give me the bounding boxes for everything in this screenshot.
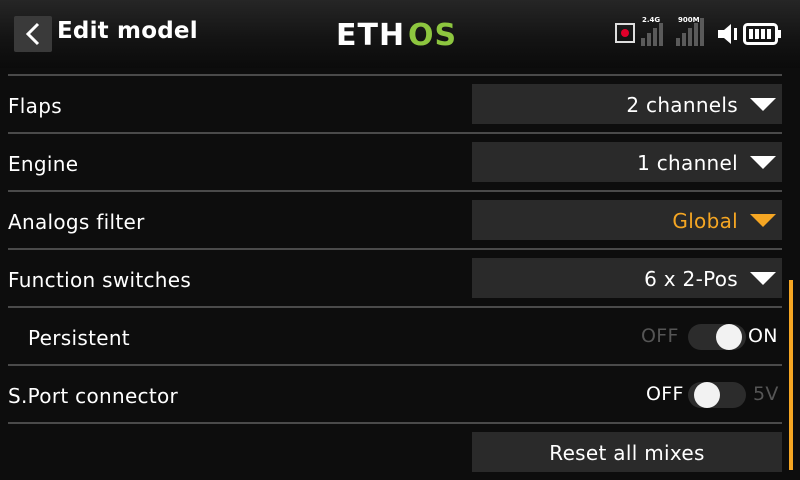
- toggle-knob: [694, 382, 720, 408]
- sport-off-label: OFF: [646, 383, 684, 405]
- function-switches-dropdown[interactable]: 6 x 2-Pos: [472, 258, 782, 298]
- analogs-filter-value: Global: [672, 209, 738, 233]
- separator: [8, 422, 782, 424]
- engine-dropdown[interactable]: 1 channel: [472, 142, 782, 182]
- svg-text:OS: OS: [408, 18, 457, 51]
- chevron-down-icon: [750, 272, 776, 285]
- analogs-filter-dropdown[interactable]: Global: [472, 200, 782, 240]
- page-title: Edit model: [57, 18, 198, 44]
- record-icon: [615, 23, 635, 43]
- analogs-filter-label: Analogs filter: [8, 210, 145, 234]
- scrollbar[interactable]: [789, 280, 793, 470]
- function-switches-label: Function switches: [8, 268, 192, 292]
- engine-value: 1 channel: [637, 151, 738, 175]
- toggle-knob: [716, 324, 742, 350]
- chevron-down-icon: [750, 98, 776, 111]
- chevron-down-icon: [750, 214, 776, 227]
- flaps-value: 2 channels: [626, 93, 738, 117]
- separator: [8, 190, 782, 192]
- engine-label: Engine: [8, 152, 79, 176]
- persistent-on-label: ON: [748, 325, 778, 347]
- separator: [8, 364, 782, 366]
- battery-icon: [743, 23, 781, 45]
- persistent-toggle[interactable]: OFF ON: [640, 316, 785, 356]
- back-chevron-icon: [25, 22, 40, 46]
- separator: [8, 306, 782, 308]
- chevron-down-icon: [750, 156, 776, 169]
- sport-connector-toggle[interactable]: OFF 5V: [646, 374, 786, 414]
- svg-text:ETH: ETH: [336, 18, 405, 51]
- reset-all-mixes-label: Reset all mixes: [549, 441, 705, 465]
- persistent-label: Persistent: [28, 326, 130, 350]
- separator: [8, 74, 782, 76]
- signal-900m-icon: 900M: [676, 16, 710, 46]
- separator: [8, 132, 782, 134]
- top-bar: Edit model ETH OS 2.4G 900M: [0, 0, 800, 68]
- ethos-logo: ETH OS: [336, 18, 457, 51]
- sport-5v-label: 5V: [753, 383, 779, 405]
- function-switches-value: 6 x 2-Pos: [644, 267, 738, 291]
- back-button[interactable]: [14, 16, 52, 52]
- reset-all-mixes-button[interactable]: Reset all mixes: [472, 432, 782, 472]
- speaker-icon: [718, 24, 737, 44]
- flaps-dropdown[interactable]: 2 channels: [472, 84, 782, 124]
- flaps-label: Flaps: [8, 94, 62, 118]
- persistent-off-label: OFF: [641, 325, 679, 347]
- signal-2-4g-icon: 2.4G: [641, 16, 669, 46]
- signal-2-4g-label: 2.4G: [642, 16, 661, 24]
- separator: [8, 248, 782, 250]
- sport-connector-label: S.Port connector: [8, 384, 179, 408]
